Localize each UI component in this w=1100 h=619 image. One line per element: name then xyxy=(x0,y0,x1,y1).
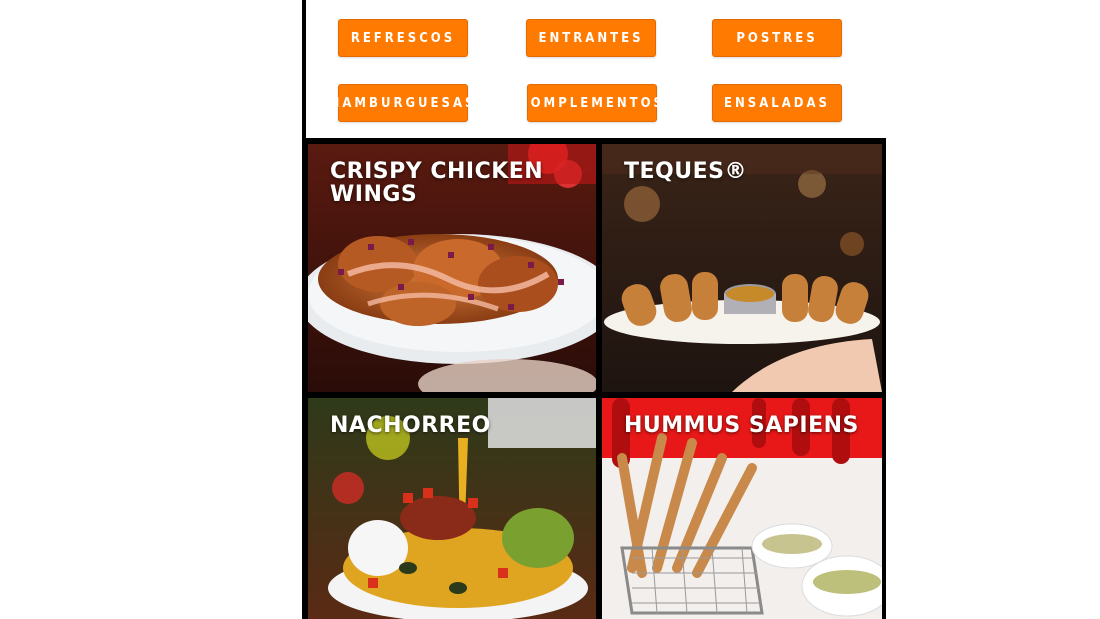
product-card-crispy-chicken-wings[interactable]: CRISPY CHICKEN WINGS xyxy=(308,144,596,392)
product-grid: CRISPY CHICKEN WINGS TEQUES® NACHORREO H… xyxy=(306,138,886,619)
category-button-hamburguesas[interactable]: HAMBURGUESAS xyxy=(330,84,473,122)
product-title: NACHORREO xyxy=(330,413,491,438)
product-card-teques[interactable]: TEQUES® xyxy=(602,144,882,392)
category-button-entrantes[interactable]: ENTRANTES xyxy=(526,19,656,57)
product-card-nachorreo[interactable]: NACHORREO xyxy=(308,398,596,619)
category-nav: REFRESCOS ENTRANTES POSTRES HAMBURGUESAS… xyxy=(306,0,886,138)
menu-frame: REFRESCOS ENTRANTES POSTRES HAMBURGUESAS… xyxy=(302,0,886,619)
product-title: HUMMUS SAPIENS xyxy=(624,413,859,438)
category-button-postres[interactable]: POSTRES xyxy=(712,19,842,57)
category-button-complementos[interactable]: COMPLEMENTOS xyxy=(519,84,662,122)
category-button-refrescos[interactable]: REFRESCOS xyxy=(338,19,468,57)
product-card-hummus-sapiens[interactable]: HUMMUS SAPIENS xyxy=(602,398,882,619)
product-title: TEQUES® xyxy=(624,159,747,184)
product-title: CRISPY CHICKEN WINGS xyxy=(330,159,544,207)
category-button-ensaladas[interactable]: ENSALADAS xyxy=(712,84,842,122)
